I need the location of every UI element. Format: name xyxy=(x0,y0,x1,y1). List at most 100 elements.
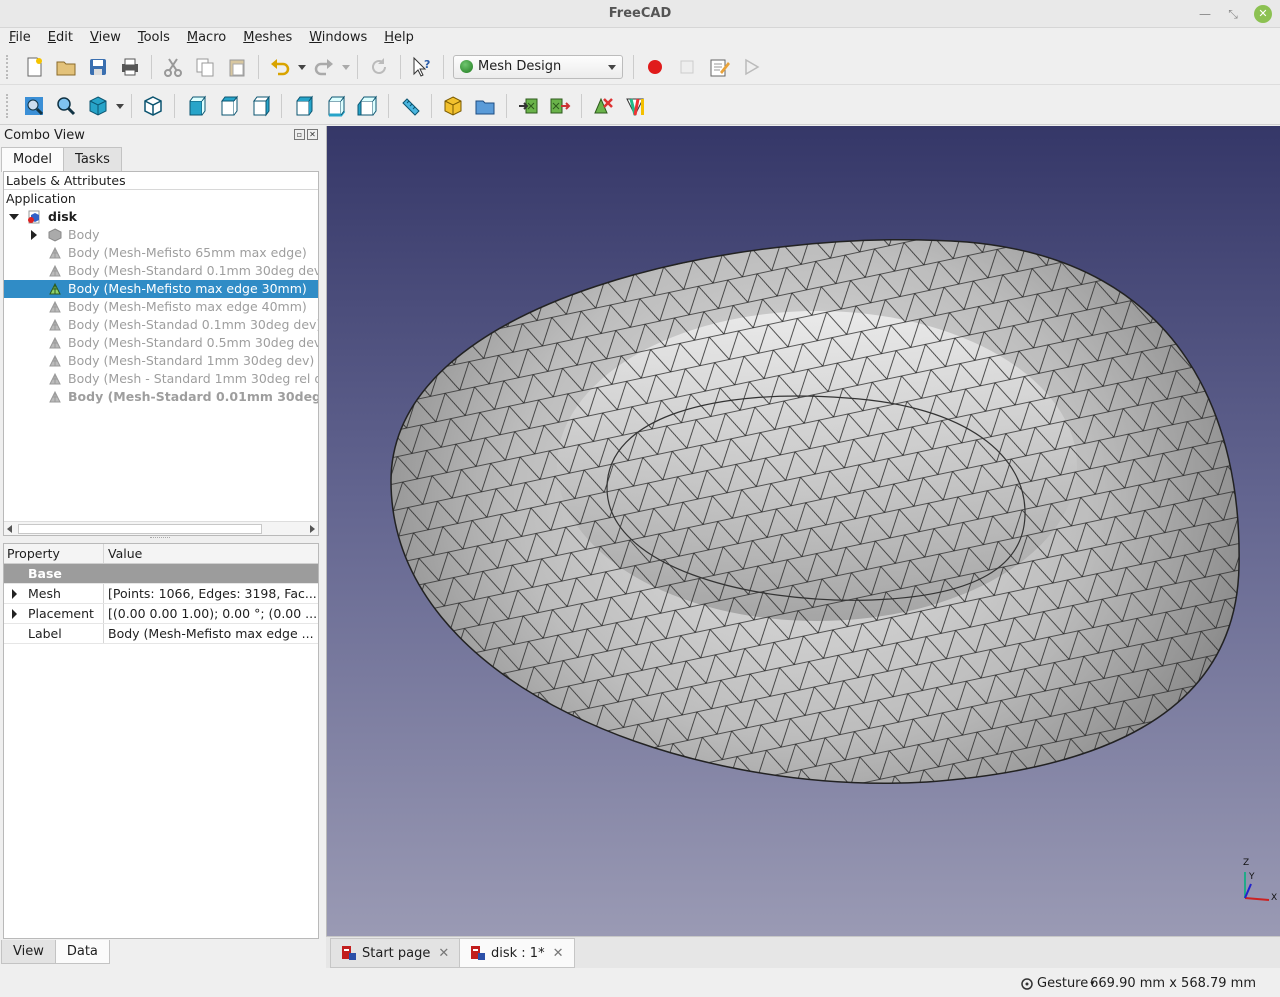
freecad-logo-icon xyxy=(342,946,356,960)
evaluate-curvature-icon[interactable] xyxy=(619,91,651,121)
tree-item[interactable]: Body (Mesh-Mefisto max edge 40mm) xyxy=(4,298,318,316)
scroll-right-icon[interactable] xyxy=(310,525,315,533)
expand-arrow-icon[interactable] xyxy=(31,230,37,240)
combo-view-title: Combo View xyxy=(4,128,85,143)
front-view-icon[interactable] xyxy=(180,91,212,121)
toolbar-grip[interactable] xyxy=(6,93,14,118)
measure-distance-icon[interactable] xyxy=(394,91,426,121)
property-row-label[interactable]: Label Body (Mesh-Mefisto max edge ... xyxy=(4,624,318,644)
tab-tasks[interactable]: Tasks xyxy=(63,147,122,171)
axis-label-z: Z xyxy=(1243,858,1250,868)
whats-this-icon[interactable]: ? xyxy=(406,52,438,82)
mouse-gesture-icon xyxy=(1021,977,1033,990)
tree-item-selected[interactable]: Body (Mesh-Mefisto max edge 30mm) xyxy=(4,280,318,298)
float-panel-button[interactable]: ▫ xyxy=(294,129,305,140)
workbench-selector[interactable]: Mesh Design xyxy=(453,54,623,79)
menu-macro[interactable]: Macro xyxy=(178,28,234,48)
workbench-label: Mesh Design xyxy=(478,59,562,74)
create-group-icon[interactable] xyxy=(469,91,501,121)
copy-icon[interactable] xyxy=(189,52,221,82)
3d-viewport[interactable]: Z Y X xyxy=(326,126,1280,936)
close-panel-button[interactable]: ✕ xyxy=(307,129,318,140)
panel-splitter[interactable] xyxy=(150,537,170,541)
redo-icon[interactable] xyxy=(308,52,340,82)
run-macro-icon[interactable] xyxy=(735,52,767,82)
property-column-header: Property xyxy=(4,544,104,563)
print-icon[interactable] xyxy=(114,52,146,82)
scroll-left-icon[interactable] xyxy=(7,525,12,533)
mesh-from-shape-icon[interactable] xyxy=(587,91,619,121)
tree-document-row[interactable]: disk xyxy=(4,208,318,226)
svg-text:?: ? xyxy=(424,58,430,71)
property-editor: Property Value Base Mesh [Points: 1066, … xyxy=(3,543,319,939)
import-mesh-icon[interactable] xyxy=(512,91,544,121)
status-bar: Gesture ▾ 669.90 mm x 568.79 mm xyxy=(0,969,1280,997)
stop-macro-icon[interactable] xyxy=(671,52,703,82)
new-file-icon[interactable] xyxy=(18,52,50,82)
right-view-icon[interactable] xyxy=(244,91,276,121)
record-macro-icon[interactable] xyxy=(639,52,671,82)
save-icon[interactable] xyxy=(82,52,114,82)
tree-item[interactable]: Body (Mesh - Standard 1mm 30deg rel de xyxy=(4,370,318,388)
bottom-view-icon[interactable] xyxy=(319,91,351,121)
axis-label-x: X xyxy=(1271,893,1278,903)
property-header-row: Property Value xyxy=(4,544,318,564)
draw-style-dropdown-icon[interactable] xyxy=(114,91,126,121)
fit-all-icon[interactable] xyxy=(18,91,50,121)
close-tab-icon[interactable]: ✕ xyxy=(438,946,449,961)
menu-meshes[interactable]: Meshes xyxy=(234,28,300,48)
menu-view[interactable]: View xyxy=(81,28,129,48)
menu-windows[interactable]: Windows xyxy=(300,28,375,48)
scrollbar-thumb[interactable] xyxy=(18,524,262,534)
tree-item[interactable]: Body xyxy=(4,226,318,244)
close-window-button[interactable]: ✕ xyxy=(1254,5,1272,23)
body-icon xyxy=(48,228,62,242)
tree-item[interactable]: Body (Mesh-Standard 0.1mm 30deg dev) xyxy=(4,262,318,280)
tree-item[interactable]: Body (Mesh-Standard 0.5mm 30deg dev) xyxy=(4,334,318,352)
create-part-icon[interactable] xyxy=(437,91,469,121)
tab-start-page[interactable]: Start page ✕ xyxy=(330,938,461,968)
tree-item[interactable]: Body (Mesh-Stadard 0.01mm 30deg ( xyxy=(4,388,318,406)
tree-item[interactable]: Body (Mesh-Standad 0.1mm 30deg dev) xyxy=(4,316,318,334)
paste-icon[interactable] xyxy=(221,52,253,82)
tree-horizontal-scrollbar[interactable] xyxy=(4,521,318,535)
toolbar-separator xyxy=(151,54,152,79)
menu-file[interactable]: File xyxy=(0,28,39,48)
undo-icon[interactable] xyxy=(264,52,296,82)
undo-dropdown-icon[interactable] xyxy=(296,52,308,82)
export-mesh-icon[interactable] xyxy=(544,91,576,121)
tree-item[interactable]: Body (Mesh-Standard 1mm 30deg dev) xyxy=(4,352,318,370)
top-view-icon[interactable] xyxy=(212,91,244,121)
mesh-icon xyxy=(49,282,61,295)
draw-style-icon[interactable] xyxy=(82,91,114,121)
fit-selection-icon[interactable] xyxy=(50,91,82,121)
isometric-view-icon[interactable] xyxy=(137,91,169,121)
rear-view-icon[interactable] xyxy=(287,91,319,121)
edit-macro-icon[interactable] xyxy=(703,52,735,82)
tab-data[interactable]: Data xyxy=(54,940,110,964)
redo-dropdown-icon[interactable] xyxy=(340,52,352,82)
close-tab-icon[interactable]: ✕ xyxy=(553,946,564,961)
torus-mesh-model[interactable] xyxy=(327,126,1280,936)
collapse-arrow-icon[interactable] xyxy=(9,214,19,220)
property-row-mesh[interactable]: Mesh [Points: 1066, Edges: 3198, Fac... xyxy=(4,584,318,604)
toolbar-grip[interactable] xyxy=(6,54,14,79)
menu-tools[interactable]: Tools xyxy=(129,28,178,48)
mesh-icon xyxy=(49,246,61,259)
restore-button[interactable]: ⤡ xyxy=(1224,5,1242,23)
toolbar-separator xyxy=(431,93,432,118)
menu-edit[interactable]: Edit xyxy=(39,28,81,48)
tab-model[interactable]: Model xyxy=(1,147,65,172)
left-view-icon[interactable] xyxy=(351,91,383,121)
open-file-icon[interactable] xyxy=(50,52,82,82)
tab-disk-document[interactable]: disk : 1* ✕ xyxy=(459,938,575,968)
tree-item[interactable]: Body (Mesh-Mefisto 65mm max edge) xyxy=(4,244,318,262)
navigation-style-selector[interactable]: Gesture ▾ xyxy=(1020,976,1094,991)
refresh-icon[interactable] xyxy=(363,52,395,82)
menu-bar: File Edit View Tools Macro Meshes Window… xyxy=(0,28,1280,48)
cut-icon[interactable] xyxy=(157,52,189,82)
minimize-button[interactable]: — xyxy=(1196,5,1214,23)
tab-view[interactable]: View xyxy=(1,940,56,964)
property-row-placement[interactable]: Placement [(0.00 0.00 1.00); 0.00 °; (0.… xyxy=(4,604,318,624)
menu-help[interactable]: Help xyxy=(375,28,422,48)
